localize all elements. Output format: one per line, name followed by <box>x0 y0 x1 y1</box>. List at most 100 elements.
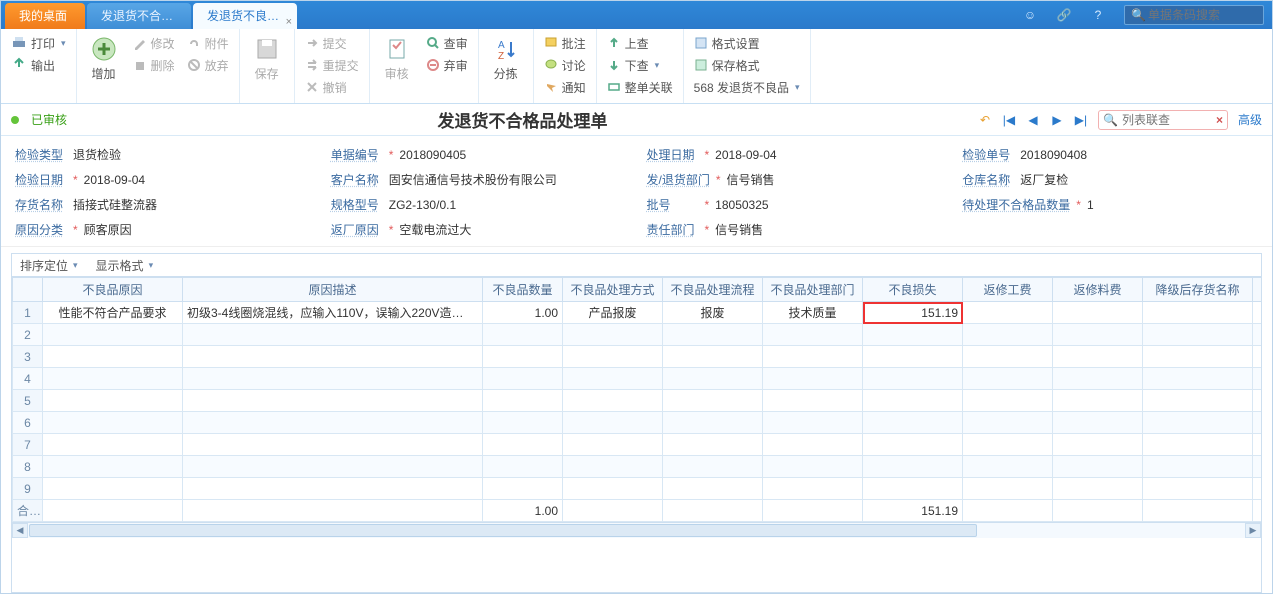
help-icon[interactable]: ? <box>1090 7 1106 23</box>
tab-1[interactable]: 发退货不合… <box>87 3 191 29</box>
label-inspno: 检验单号 <box>962 146 1014 163</box>
label-spec: 规格型号 <box>331 196 383 213</box>
col-rownum[interactable] <box>13 278 43 302</box>
list-search[interactable]: 🔍 × <box>1098 110 1228 130</box>
table-row[interactable]: 9 <box>13 478 1263 500</box>
discuss-button[interactable]: 讨论 <box>540 55 590 75</box>
label-resp: 责任部门 <box>647 221 699 238</box>
attach-button[interactable]: 附件 <box>183 33 233 53</box>
col-extra[interactable]: 降 <box>1253 278 1263 302</box>
relate-button[interactable]: 整单关联 <box>603 77 677 97</box>
value-docno: 2018090405 <box>399 148 466 162</box>
bad-qty-button[interactable]: 568 发退货不良品▾ <box>690 77 804 97</box>
title-bar: 已审核 发退货不合格品处理单 ↶ |◀ ◀ ▶ ▶| 🔍 × 高级 <box>1 104 1272 136</box>
value-wh: 返厂复检 <box>1020 171 1068 188</box>
col-qty[interactable]: 不良品数量 <box>483 278 563 302</box>
value-resp: 信号销售 <box>715 221 763 238</box>
display-format-button[interactable]: 显示格式▾ <box>96 257 154 274</box>
label-docno: 单据编号 <box>331 146 383 163</box>
first-icon[interactable]: |◀ <box>1002 113 1016 127</box>
table-row[interactable]: 3 <box>13 346 1263 368</box>
form-header: 检验类型退货检验 单据编号*2018090405 处理日期*2018-09-04… <box>1 136 1272 247</box>
table-row[interactable]: 5 <box>13 390 1263 412</box>
advanced-link[interactable]: 高级 <box>1238 111 1262 128</box>
value-causecat: 顾客原因 <box>84 221 132 238</box>
prev-icon[interactable]: ◀ <box>1026 113 1040 127</box>
scroll-right-icon[interactable]: ▶ <box>1245 523 1261 538</box>
query-button[interactable]: 查审 <box>422 33 472 53</box>
save-button[interactable]: 保存 <box>246 33 288 82</box>
col-loss[interactable]: 不良损失 <box>863 278 963 302</box>
scroll-left-icon[interactable]: ◀ <box>12 523 28 538</box>
tab-home[interactable]: 我的桌面 <box>5 3 85 29</box>
export-button[interactable]: 输出 <box>7 55 70 75</box>
modify-button[interactable]: 修改 <box>129 33 179 53</box>
value-retcause: 空载电流过大 <box>399 221 471 238</box>
col-flow[interactable]: 不良品处理流程 <box>663 278 763 302</box>
list-search-input[interactable] <box>1120 112 1214 128</box>
close-icon[interactable]: × <box>286 9 292 35</box>
add-button[interactable]: 增加 <box>83 33 125 82</box>
label-retcause: 返厂原因 <box>331 221 383 238</box>
clear-icon[interactable]: × <box>1216 113 1223 127</box>
abandon-button[interactable]: 弃审 <box>422 55 472 75</box>
value-pending: 1 <box>1087 198 1094 212</box>
smile-icon[interactable]: ☺ <box>1022 7 1038 23</box>
batch-button[interactable]: 批注 <box>540 33 590 53</box>
value-insptype: 退货检验 <box>73 146 121 163</box>
grid-header-row: 不良品原因 原因描述 不良品数量 不良品处理方式 不良品处理流程 不良品处理部门… <box>13 278 1263 302</box>
value-inspno: 2018090408 <box>1020 148 1087 162</box>
link-icon[interactable]: 🔗 <box>1056 7 1072 23</box>
label-stock: 存货名称 <box>15 196 67 213</box>
format-set-button[interactable]: 格式设置 <box>690 33 804 53</box>
sort-button[interactable]: AZ 分拣 <box>485 33 527 82</box>
table-row[interactable]: 8 <box>13 456 1263 478</box>
table-row[interactable]: 6 <box>13 412 1263 434</box>
horizontal-scrollbar[interactable]: ◀ ▶ <box>12 522 1261 538</box>
next-icon[interactable]: ▶ <box>1050 113 1064 127</box>
svg-text:Z: Z <box>498 51 504 61</box>
table-row[interactable]: 4 <box>13 368 1263 390</box>
search-icon: 🔍 <box>1131 7 1146 23</box>
col-cause[interactable]: 不良品原因 <box>43 278 183 302</box>
highlighted-loss-cell[interactable]: 151.19 <box>863 302 963 324</box>
barcode-search[interactable]: 🔍 <box>1124 5 1264 25</box>
last-icon[interactable]: ▶| <box>1074 113 1088 127</box>
delete-button[interactable]: 删除 <box>129 55 179 75</box>
discard-button[interactable]: 放弃 <box>183 55 233 75</box>
col-labor[interactable]: 返修工费 <box>963 278 1053 302</box>
notify-button[interactable]: 通知 <box>540 77 590 97</box>
label-batch: 批号 <box>647 196 699 213</box>
col-down[interactable]: 降级后存货名称 <box>1143 278 1253 302</box>
grid: 不良品原因 原因描述 不良品数量 不良品处理方式 不良品处理流程 不良品处理部门… <box>11 277 1262 593</box>
value-cust: 固安信通信号技术股份有限公司 <box>389 171 557 188</box>
value-spec: ZG2-130/0.1 <box>389 198 456 212</box>
table-total-row: 合计 1.00 151.19 <box>13 500 1263 522</box>
cancel-button[interactable]: 撤销 <box>301 77 363 97</box>
col-pdept[interactable]: 不良品处理部门 <box>763 278 863 302</box>
sort-locate-button[interactable]: 排序定位▾ <box>20 257 78 274</box>
label-causecat: 原因分类 <box>15 221 67 238</box>
tab-2-active[interactable]: 发退货不良…× <box>193 3 297 29</box>
save-format-button[interactable]: 保存格式 <box>690 55 804 75</box>
resubmit-button[interactable]: 重提交 <box>301 55 363 75</box>
downcheck-button[interactable]: 下查▾ <box>603 55 677 75</box>
tab-strip: 我的桌面 发退货不合… 发退货不良…× ☺ 🔗 ? 🔍 <box>1 1 1272 29</box>
submit-button[interactable]: 提交 <box>301 33 363 53</box>
table-row[interactable]: 2 <box>13 324 1263 346</box>
ribbon: 打印▾ 输出 增加 修改 删除 附件 放弃 <box>1 29 1272 104</box>
upcheck-button[interactable]: 上查 <box>603 33 677 53</box>
col-method[interactable]: 不良品处理方式 <box>563 278 663 302</box>
label-cust: 客户名称 <box>331 171 383 188</box>
undo-icon[interactable]: ↶ <box>978 113 992 127</box>
scroll-thumb[interactable] <box>29 524 977 537</box>
status-text: 已审核 <box>31 111 67 128</box>
table-row[interactable]: 7 <box>13 434 1263 456</box>
audit-button[interactable]: 审核 <box>376 33 418 82</box>
print-button[interactable]: 打印▾ <box>7 33 70 53</box>
col-desc[interactable]: 原因描述 <box>183 278 483 302</box>
col-mat[interactable]: 返修料费 <box>1053 278 1143 302</box>
table-row[interactable]: 1 性能不符合产品要求 初级3-4线圈烧混线，应输入110V，误输入220V造…… <box>13 302 1263 324</box>
label-wh: 仓库名称 <box>962 171 1014 188</box>
barcode-search-input[interactable] <box>1146 7 1257 23</box>
